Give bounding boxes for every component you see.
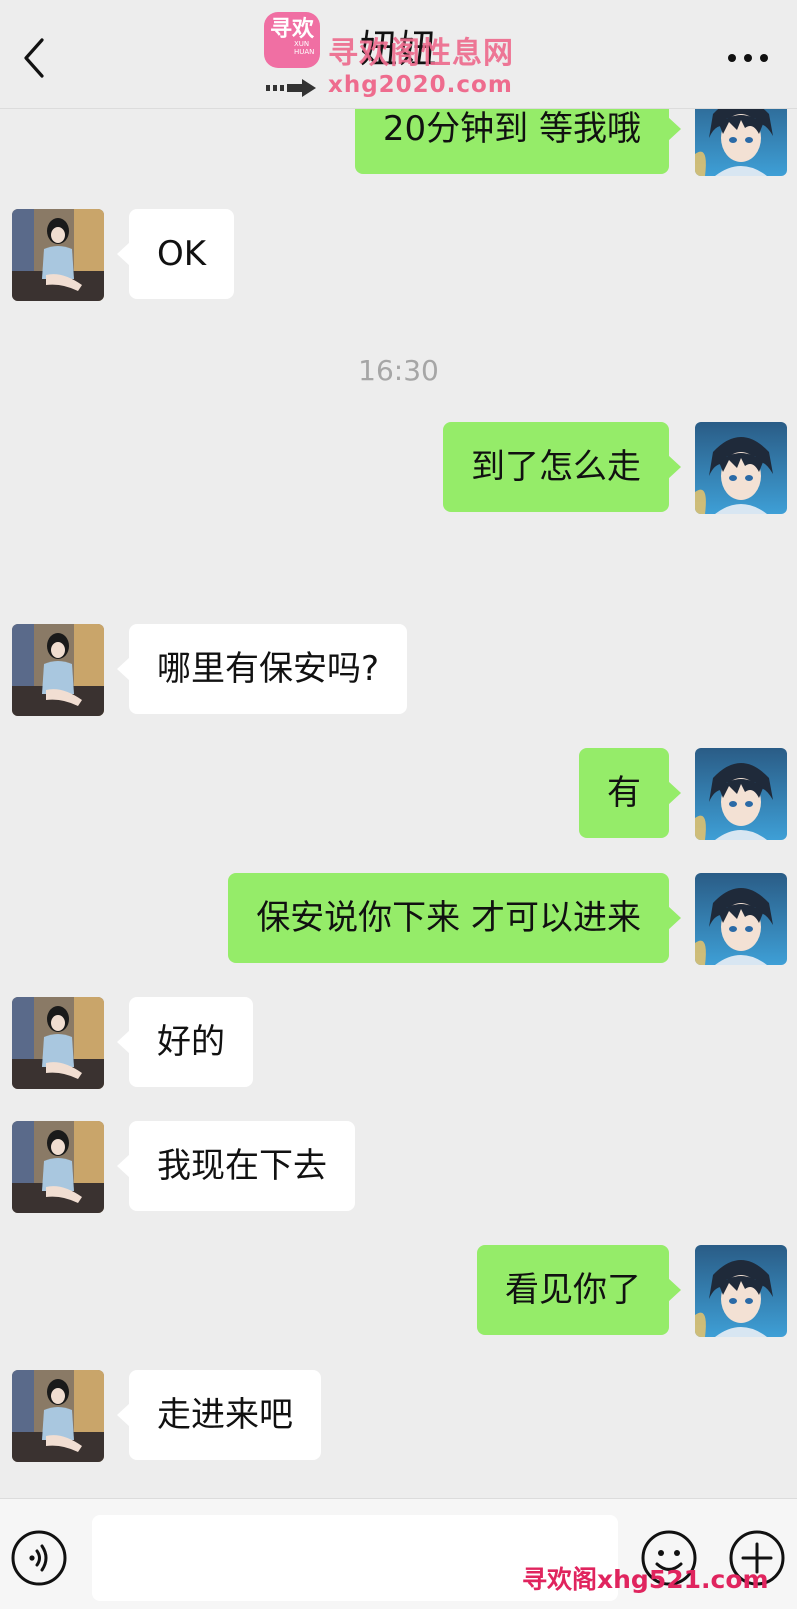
message-row: 走进来吧	[0, 1370, 797, 1462]
avatar-contact-image	[12, 209, 104, 301]
message-row: 到了怎么走	[0, 422, 797, 514]
voice-button[interactable]	[10, 1529, 68, 1587]
watermark-logo: 寻欢 XUN HUAN	[264, 12, 320, 68]
watermark-top: 寻欢 XUN HUAN 寻欢阁性息网 xhg2020.com	[262, 10, 542, 102]
ellipsis-icon	[728, 54, 768, 62]
avatar-self[interactable]	[695, 873, 787, 965]
avatar-self-image	[695, 873, 787, 965]
message-bubble-outgoing[interactable]: 有	[579, 748, 681, 838]
arrow-right-icon	[266, 79, 316, 97]
avatar-self[interactable]	[695, 1245, 787, 1337]
watermark-bottom: 寻欢阁xhg521.com	[522, 1565, 769, 1594]
watermark-logo-sub: XUN HUAN	[294, 40, 315, 56]
message-bubble-incoming[interactable]: 好的	[117, 997, 253, 1087]
avatar-contact-image	[12, 624, 104, 716]
message-row: 有	[0, 748, 797, 840]
message-row: 好的	[0, 997, 797, 1089]
avatar-self[interactable]	[695, 748, 787, 840]
timestamp: 16:30	[358, 354, 439, 387]
message-bubble-incoming[interactable]: 哪里有保安吗?	[116, 624, 408, 714]
avatar-contact[interactable]	[12, 1370, 104, 1462]
avatar-contact[interactable]	[12, 997, 104, 1089]
message-bubble-incoming[interactable]: 走进来吧	[117, 1370, 321, 1460]
avatar-self-image	[695, 1245, 787, 1337]
message-bubble-outgoing[interactable]: 看见你了	[477, 1245, 681, 1335]
watermark-name: 寻欢阁性息网	[328, 36, 514, 71]
avatar-contact[interactable]	[12, 209, 104, 301]
avatar-contact-image	[12, 997, 104, 1089]
message-bubble-incoming[interactable]: 我现在下去	[117, 1121, 355, 1211]
message-list[interactable]: 20分钟到 等我哦 OK 16:30 到了怎么走 哪里有保安吗? 有 保安说你下…	[0, 0, 797, 1498]
message-bubble-outgoing[interactable]: 保安说你下来 才可以进来	[228, 873, 681, 963]
message-row: 哪里有保安吗?	[0, 624, 797, 716]
avatar-contact[interactable]	[12, 1121, 104, 1213]
avatar-self-image	[695, 748, 787, 840]
message-bubble-incoming[interactable]: OK	[116, 209, 235, 299]
chat-screen: 妞妞 寻欢 XUN HUAN 寻欢阁性息网 xhg2020.com 20分钟到 …	[0, 0, 797, 1609]
more-button[interactable]	[727, 46, 771, 70]
avatar-contact[interactable]	[12, 624, 104, 716]
voice-icon	[11, 1530, 67, 1586]
watermark-url: xhg2020.com	[328, 72, 513, 98]
watermark-logo-text: 寻欢	[270, 17, 315, 42]
avatar-self[interactable]	[695, 422, 787, 514]
avatar-contact-image	[12, 1121, 104, 1213]
message-row: 保安说你下来 才可以进来	[0, 873, 797, 965]
message-bubble-outgoing[interactable]: 到了怎么走	[443, 422, 681, 512]
message-row: 我现在下去	[0, 1121, 797, 1213]
avatar-self-image	[695, 422, 787, 514]
message-row: OK	[0, 209, 797, 301]
message-row: 看见你了	[0, 1245, 797, 1337]
avatar-contact-image	[12, 1370, 104, 1462]
